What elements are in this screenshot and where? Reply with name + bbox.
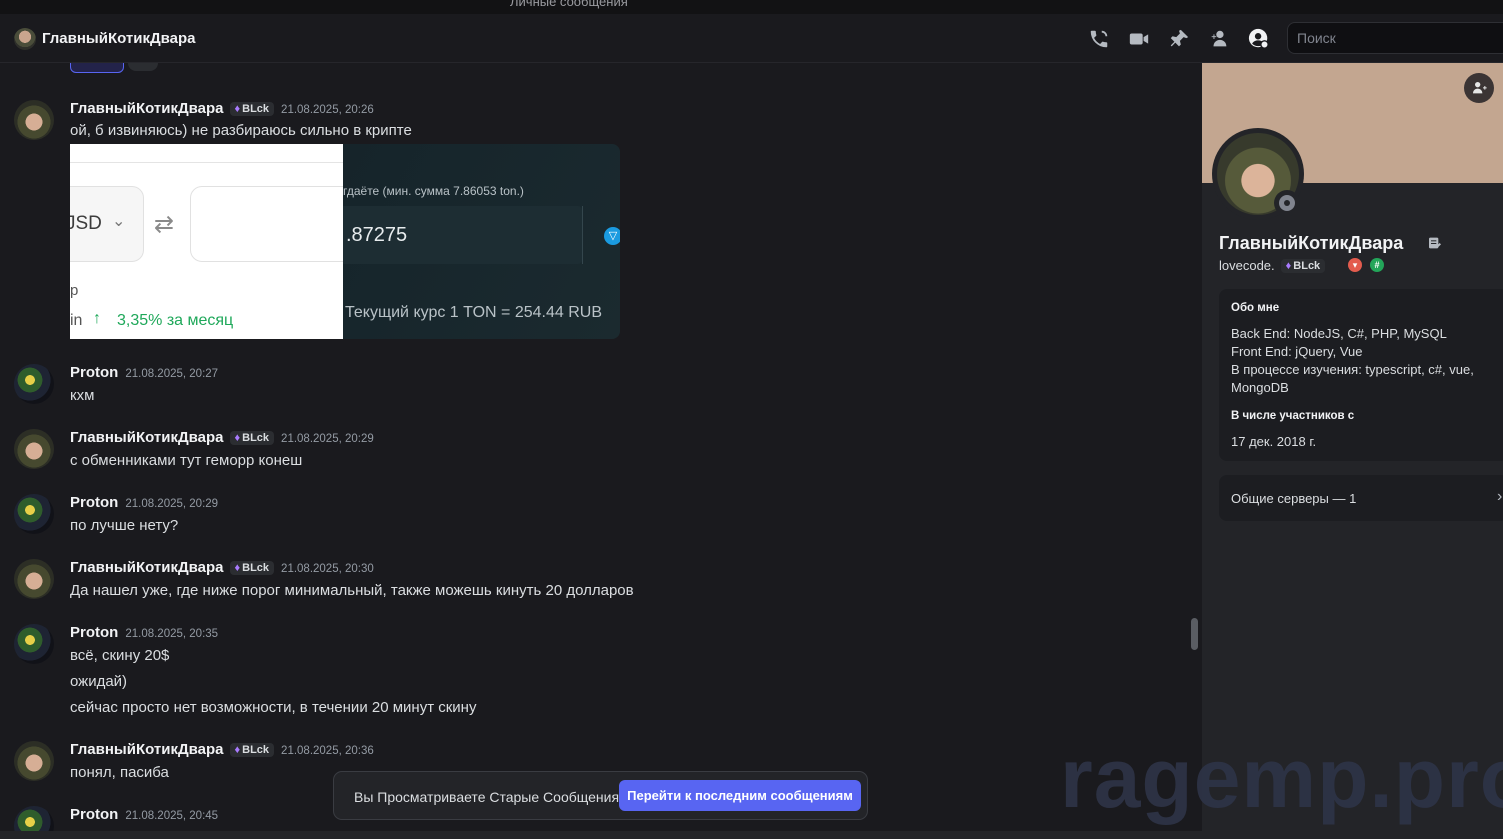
timestamp: 21.08.2025, 20:26 [281,104,374,116]
message-text: кхм [70,387,95,404]
message-text: понял, пасиба [70,764,169,781]
composer-edge [0,831,1202,839]
message-text: ой, б извиняюсь) не разбираюсь сильно в … [70,122,412,139]
avatar[interactable] [14,429,54,469]
about-line: Back End: NodeJS, C#, PHP, MySQL [1231,326,1447,341]
mutual-servers-row[interactable]: Общие серверы — 1 › [1219,475,1503,521]
message-author[interactable]: Proton 21.08.2025, 20:45 [70,806,218,823]
message-author[interactable]: ГлавныйКотикДвара ♦ BLck 21.08.2025, 20:26 [70,100,374,117]
status-indicator [1274,190,1300,216]
message-text: по лучше нету? [70,517,179,534]
profile-avatar[interactable] [1212,128,1304,220]
about-line: MongoDB [1231,380,1289,395]
monthly-change: 3,35% за месяц [117,312,234,329]
chat-messages[interactable]: ГлавныйКотикДвара ♦ BLck 21.08.2025, 20:26 … [0,63,1202,839]
flame-icon: ♦ [1285,260,1292,272]
message-text: с обменниками тут геморр конеш [70,452,303,469]
timestamp: 21.08.2025, 20:36 [281,745,374,757]
avatar[interactable] [14,494,54,534]
offline-status-icon [1279,195,1295,211]
chevron-down-icon: ⌄ [112,213,126,230]
exchange-rate: Текущий курс 1 TON = 254.44 RUB [345,304,603,321]
hashtag-badge-icon[interactable]: # [1370,258,1384,272]
arrow-up-icon: ↑ [93,310,101,327]
amount-box [190,186,343,262]
exchange-value: .87275 [346,224,408,246]
currency-select-text: JSD [70,213,102,234]
window-title: Личные сообщения [510,0,628,9]
flame-icon: ♦ [234,744,241,756]
phone-call-icon[interactable] [1088,28,1110,50]
exchange-label: гдаёте (мин. сумма 7.86053 ton.) [343,184,524,198]
mutual-servers-label: Общие серверы — 1 [1231,491,1357,506]
timestamp: 21.08.2025, 20:45 [125,810,219,822]
server-tag: ♦ BLck [229,743,275,757]
status-hole [1284,200,1290,206]
about-line: Front End: jQuery, Vue [1231,344,1363,359]
avatar[interactable] [14,624,54,664]
about-title: Обо мне [1231,302,1280,314]
header-channel-name[interactable]: ГлавныйКотикДвара [42,30,196,47]
profile-display-name: ГлавныйКотикДвара [1219,233,1404,253]
profile-username: lovecode. ♦ BLck [1219,258,1326,273]
about-line: В процессе изучения: typescript, c#, vue… [1231,362,1474,377]
converter-text-in: in [70,312,83,329]
message-text: сейчас просто нет возможности, в течении… [70,699,477,716]
message-author[interactable]: Proton 21.08.2025, 20:35 [70,624,218,641]
timestamp: 21.08.2025, 20:35 [125,628,219,640]
timestamp: 21.08.2025, 20:27 [125,368,219,380]
message-author[interactable]: Proton 21.08.2025, 20:29 [70,494,218,511]
message-author[interactable]: ГлавныйКотикДвара ♦ BLck 21.08.2025, 20:30 [70,559,374,576]
member-since-date: 17 дек. 2018 г. [1231,434,1317,449]
reaction-stub[interactable] [70,63,124,73]
add-friends-icon[interactable] [1208,28,1230,50]
chevron-right-icon: › [1497,488,1503,505]
add-friend-icon[interactable] [1464,73,1494,103]
flame-icon: ♦ [234,432,241,444]
scrollbar-thumb[interactable] [1191,618,1198,650]
avatar[interactable] [14,741,54,781]
ton-icon: ▽ [604,227,620,245]
badge-icon[interactable]: ▾ [1348,258,1362,272]
note-icon[interactable] [1427,235,1443,251]
old-messages-banner: Вы Просматриваете Старые Сообщения Перей… [333,771,868,820]
about-card: Обо мне Back End: NodeJS, C#, PHP, MySQL… [1219,289,1503,461]
divider [70,162,343,163]
server-tag: ♦ BLck [229,102,275,116]
avatar[interactable] [14,100,54,140]
message-text: Да нашел уже, где ниже порог минимальный… [70,582,634,599]
timestamp: 21.08.2025, 20:29 [281,433,374,445]
message-text: всё, скину 20$ [70,647,170,664]
message-author[interactable]: ГлавныйКотикДвара ♦ BLck 21.08.2025, 20:29 [70,429,374,446]
member-since-title: В числе участников с [1231,410,1355,422]
message-text: ожидай) [70,673,128,690]
flame-icon: ♦ [234,562,241,574]
header-avatar[interactable] [14,28,36,50]
converter-text-p: p [70,282,79,299]
divider [582,206,583,264]
message-author[interactable]: ГлавныйКотикДвара ♦ BLck 21.08.2025, 20:36 [70,741,374,758]
server-tag: ♦ BLck [229,431,275,445]
timestamp: 21.08.2025, 20:29 [125,498,219,510]
flame-icon: ♦ [234,103,241,115]
swap-icon: ⇄ [154,211,175,238]
jump-to-present-button[interactable]: Перейти к последним сообщениям [619,780,861,811]
avatar[interactable] [14,559,54,599]
timestamp: 21.08.2025, 20:30 [281,563,374,575]
dm-header: ГлавныйКотикДвара [0,14,1503,63]
image-attachment-converter[interactable]: JSD ⌄ ⇄ p in ↑ 3,35% за месяц [70,144,343,339]
pin-icon[interactable] [1168,28,1190,50]
video-call-icon[interactable] [1128,28,1150,50]
user-profile-icon[interactable] [1248,28,1270,50]
avatar[interactable] [14,364,54,404]
search-input[interactable] [1287,22,1503,54]
user-profile-panel: ГлавныйКотикДвара lovecode. ♦ BLck ▾ # Обо… [1202,63,1503,839]
banner-text: Вы Просматриваете Старые Сообщения [354,789,620,805]
server-tag: ♦ BLck [1280,259,1326,273]
server-tag: ♦ BLck [229,561,275,575]
message-author[interactable]: Proton 21.08.2025, 20:27 [70,364,218,381]
title-bar: Личные сообщения [0,0,1503,14]
watermark: ragemp.pro [1060,731,1503,825]
reaction-stub-2[interactable] [128,63,158,71]
